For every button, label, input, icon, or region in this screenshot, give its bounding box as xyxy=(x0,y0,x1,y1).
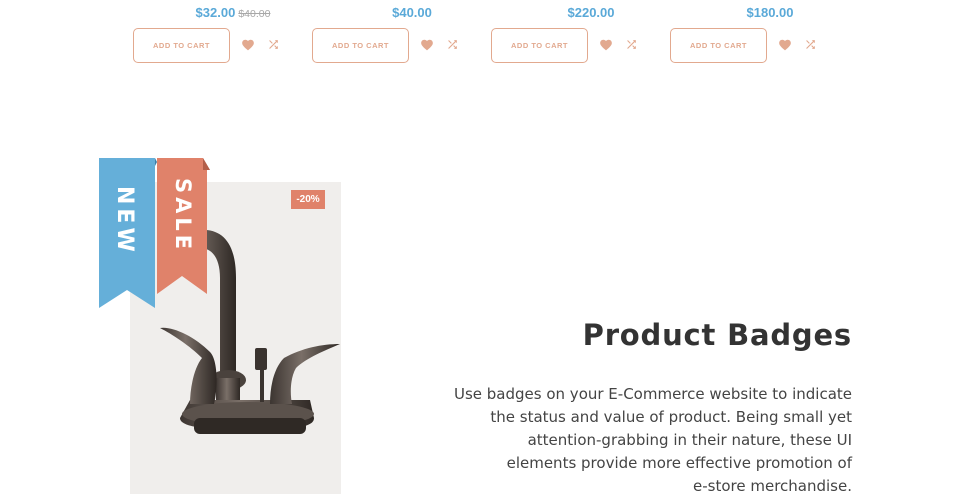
product-price: $180.00 xyxy=(746,5,794,20)
new-label: NEW xyxy=(112,186,137,256)
product-card: $180.00 ADD TO CART xyxy=(670,0,870,70)
section-description: Use badges on your E-Commerce website to… xyxy=(412,383,852,498)
product-card: $220.00 ADD TO CART xyxy=(491,0,691,70)
add-to-cart-button[interactable]: ADD TO CART xyxy=(670,28,767,63)
heart-icon[interactable] xyxy=(241,38,255,52)
shuffle-icon[interactable] xyxy=(804,38,817,51)
product-card: $40.00 ADD TO CART xyxy=(312,0,512,70)
product-card: $32.00 $40.00 ADD TO CART xyxy=(133,0,333,70)
product-old-price: $40.00 xyxy=(238,8,271,20)
heart-icon[interactable] xyxy=(599,38,613,52)
new-ribbon-badge: NEW xyxy=(97,158,157,308)
price-row: $220.00 xyxy=(491,2,691,21)
description-line: elements provide more effective promotio… xyxy=(506,454,852,472)
product-price: $32.00 xyxy=(195,5,236,20)
shuffle-icon[interactable] xyxy=(267,38,280,51)
add-to-cart-button[interactable]: ADD TO CART xyxy=(491,28,588,63)
product-price: $220.00 xyxy=(567,5,615,20)
add-to-cart-button[interactable]: ADD TO CART xyxy=(312,28,409,63)
description-line: the status and value of product. Being s… xyxy=(490,408,852,426)
sale-label: SALE xyxy=(171,178,195,254)
add-to-cart-button[interactable]: ADD TO CART xyxy=(133,28,230,63)
discount-badge: -20% xyxy=(291,190,325,209)
sale-ribbon-badge: SALE xyxy=(155,158,210,294)
heart-icon[interactable] xyxy=(778,38,792,52)
shuffle-icon[interactable] xyxy=(446,38,459,51)
price-row: $180.00 xyxy=(670,2,870,21)
price-row: $32.00 $40.00 xyxy=(133,2,333,21)
product-price: $40.00 xyxy=(392,5,432,20)
description-line: e-store merchandise. xyxy=(693,477,852,495)
heart-icon[interactable] xyxy=(420,38,434,52)
shuffle-icon[interactable] xyxy=(625,38,638,51)
description-line: attention-grabbing in their nature, thes… xyxy=(527,431,852,449)
description-line: Use badges on your E-Commerce website to… xyxy=(454,385,852,403)
price-row: $40.00 xyxy=(312,2,512,21)
section-title: Product Badges xyxy=(582,318,852,352)
